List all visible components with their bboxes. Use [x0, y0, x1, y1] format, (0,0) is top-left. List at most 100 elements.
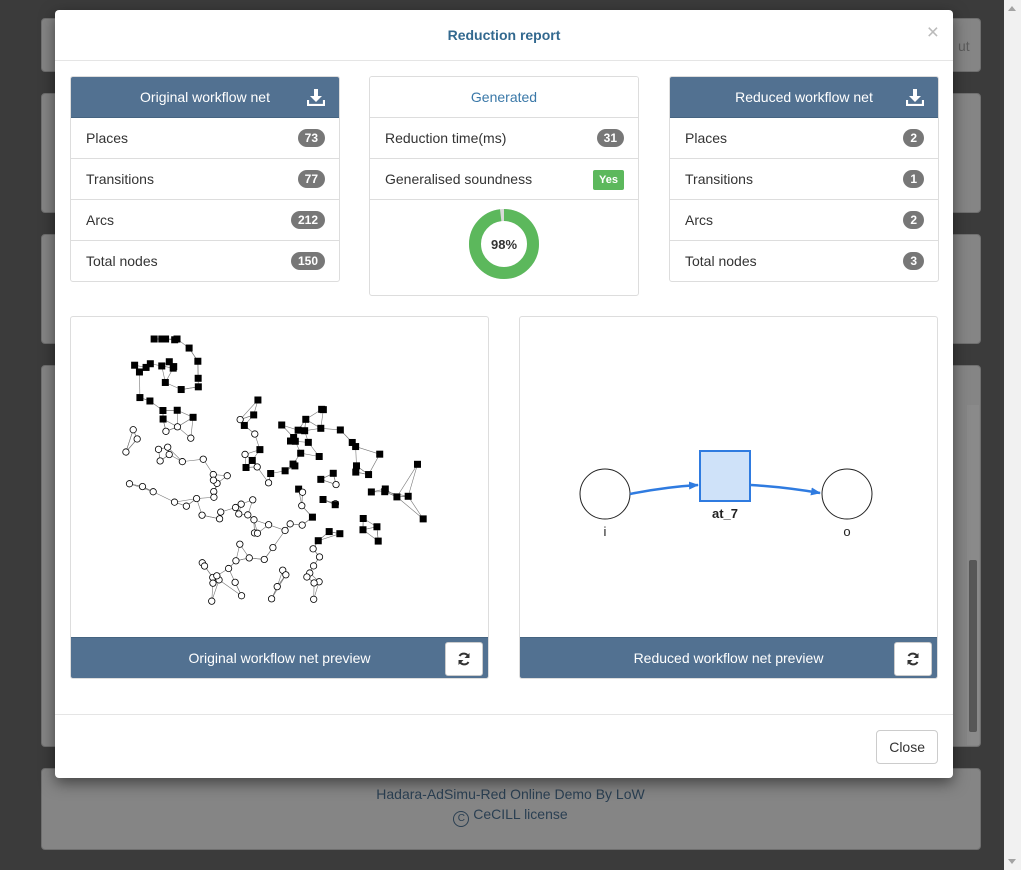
arc-transition-to-o [750, 483, 821, 496]
net-transition [301, 427, 309, 435]
place-i-label: i [604, 524, 607, 539]
stat-row-total-nodes: Total nodes 3 [670, 241, 938, 281]
net-transition [308, 513, 316, 521]
net-transition [194, 374, 202, 382]
donut-container: 98% [370, 200, 638, 295]
net-transition [319, 495, 327, 503]
net-place [245, 554, 253, 562]
stat-row-reduction-time: Reduction time(ms) 31 [370, 118, 638, 159]
net-place [303, 573, 311, 581]
refresh-icon [907, 652, 919, 666]
stat-badge: 2 [903, 211, 924, 229]
net-place [125, 480, 134, 488]
net-place [253, 529, 262, 537]
net-place [162, 427, 170, 435]
background-inner-scrollbar[interactable] [967, 405, 979, 745]
net-place [264, 479, 273, 487]
net-transition [318, 405, 326, 413]
net-transition [146, 360, 154, 368]
stat-row-places: Places 73 [71, 118, 339, 159]
net-place [156, 457, 164, 465]
page-scrollbar[interactable] [1004, 0, 1021, 870]
stat-label: Places [685, 130, 728, 146]
net-transition [189, 413, 197, 421]
net-arc [396, 496, 424, 520]
stat-badge: 212 [290, 211, 325, 229]
net-transition [170, 363, 178, 371]
net-transition [194, 383, 202, 391]
net-transition [135, 368, 143, 376]
soundness-donut-chart: 98% [469, 209, 539, 279]
download-icon[interactable] [307, 88, 325, 106]
footer-demo-link[interactable]: Hadara-AdSimu-Red Online Demo By LoW [0, 786, 1021, 802]
stat-label: Reduction time(ms) [385, 130, 507, 146]
net-place [199, 455, 207, 463]
net-transition [317, 424, 325, 432]
net-transition [240, 421, 248, 429]
net-place [251, 430, 259, 438]
transition-at-7[interactable] [699, 450, 751, 502]
net-transition [161, 378, 169, 386]
net-place [133, 435, 141, 443]
stat-row-transitions: Transitions 1 [670, 159, 938, 200]
original-net-graph[interactable] [71, 317, 488, 637]
net-place [310, 595, 318, 603]
net-place [223, 472, 231, 480]
net-transition [131, 361, 139, 369]
place-i[interactable] [579, 468, 631, 520]
net-transition [159, 407, 167, 415]
stat-row-arcs: Arcs 212 [71, 200, 339, 241]
stat-label: Arcs [685, 212, 713, 228]
net-transition [336, 530, 344, 538]
net-place [231, 503, 240, 512]
net-place [332, 480, 340, 489]
net-place [213, 572, 221, 580]
scroll-up-arrow-icon[interactable] [1008, 6, 1016, 11]
close-icon[interactable]: × [927, 22, 939, 43]
net-place [210, 493, 218, 501]
net-place [286, 520, 294, 528]
net-place [237, 592, 246, 600]
net-place [165, 450, 173, 459]
close-button[interactable]: Close [876, 730, 938, 764]
net-place [122, 448, 130, 456]
net-transition [359, 526, 367, 534]
net-transition [159, 415, 167, 423]
scrollbar-thumb[interactable] [969, 560, 977, 732]
net-place [149, 488, 157, 496]
net-transition [359, 514, 367, 522]
copyright-icon: C [453, 811, 470, 827]
original-net-title: Original workflow net [140, 89, 270, 105]
place-o[interactable] [821, 468, 873, 520]
net-transition [248, 456, 256, 464]
stat-label: Total nodes [685, 253, 757, 269]
net-transition [150, 335, 158, 343]
net-transition [294, 426, 302, 434]
refresh-original-button[interactable] [445, 642, 483, 676]
stat-label: Total nodes [86, 253, 158, 269]
net-place [265, 521, 273, 529]
net-place [298, 521, 306, 529]
footer-license-link[interactable]: C CeCILL license [0, 806, 1021, 827]
stat-row-total-nodes: Total nodes 150 [71, 241, 339, 281]
net-transition [336, 426, 344, 434]
net-place [315, 553, 324, 561]
reduced-net-preview: i at_7 o Reduced workflow net preview [519, 316, 938, 679]
reduced-preview-label: Reduced workflow net preview [633, 650, 824, 666]
stat-row-transitions: Transitions 77 [71, 159, 339, 200]
net-place [244, 511, 252, 519]
net-transition [278, 421, 286, 429]
place-o-label: o [843, 524, 850, 539]
net-place [217, 508, 225, 516]
stat-badge: 77 [297, 170, 325, 188]
net-transition [329, 469, 337, 477]
stat-row-places: Places 2 [670, 118, 938, 159]
scroll-down-arrow-icon[interactable] [1008, 859, 1016, 864]
reduced-net-graph[interactable]: i at_7 o [520, 317, 937, 637]
net-place [215, 515, 224, 523]
net-transition [419, 515, 427, 523]
original-net-preview: Original workflow net preview [70, 316, 489, 679]
download-icon[interactable] [906, 88, 924, 106]
arc-i-to-transition [629, 481, 699, 496]
refresh-reduced-button[interactable] [894, 642, 932, 676]
